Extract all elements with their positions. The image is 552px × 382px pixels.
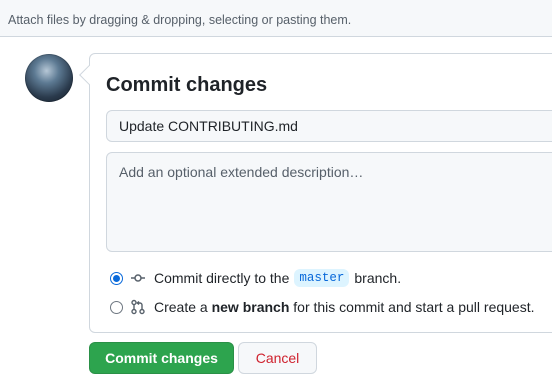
commit-changes-button[interactable]: Commit changes: [89, 342, 234, 374]
user-avatar: [25, 54, 73, 102]
commit-direct-suffix: branch.: [354, 270, 402, 286]
commit-description-input[interactable]: [106, 152, 552, 252]
new-branch-option[interactable]: Create a new branch for this commit and …: [110, 297, 535, 317]
commit-summary-input[interactable]: [106, 110, 552, 142]
git-pull-request-icon: [130, 299, 146, 315]
new-branch-prefix: Create a: [154, 299, 208, 315]
git-commit-icon: [130, 270, 146, 286]
commit-direct-radio[interactable]: [110, 271, 123, 285]
new-branch-bold: new branch: [211, 299, 290, 315]
new-branch-suffix: for this commit and start a pull request…: [293, 299, 535, 315]
commit-title: Commit changes: [106, 74, 268, 96]
commit-direct-option[interactable]: Commit directly to the master branch.: [110, 268, 401, 288]
new-branch-radio[interactable]: [110, 300, 123, 314]
file-drop-hint[interactable]: Attach files by dragging & dropping, sel…: [0, 0, 552, 37]
branch-name: master: [294, 269, 350, 287]
panel-pointer: [79, 65, 99, 85]
cancel-button[interactable]: Cancel: [238, 342, 317, 374]
commit-direct-prefix: Commit directly to the: [154, 270, 290, 286]
